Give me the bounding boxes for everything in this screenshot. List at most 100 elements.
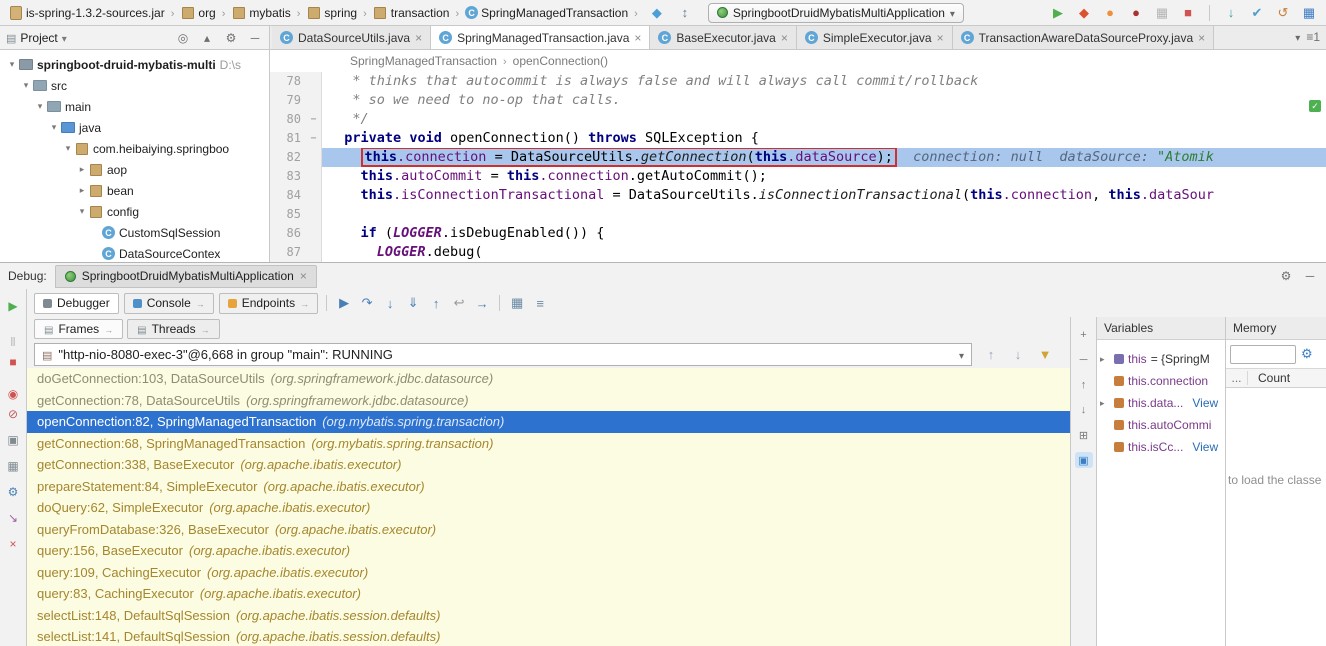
run-to-cursor-icon[interactable]: → (473, 294, 491, 312)
code-line[interactable]: 84 this.isConnectionTransactional = Data… (270, 186, 1326, 205)
mute-breakpoints-button[interactable]: ⊘ (3, 405, 23, 423)
editor-tab[interactable]: DataSourceUtils.java (272, 26, 431, 49)
chevron-down-icon[interactable] (62, 143, 74, 154)
locate-icon[interactable]: ◎ (175, 30, 191, 46)
stack-frame[interactable]: queryFromDatabase:326, BaseExecutor(org.… (27, 519, 1070, 541)
memory-count-header[interactable]: Count (1248, 371, 1290, 385)
update-project-button[interactable]: ↓ (1222, 4, 1240, 22)
close-icon[interactable] (634, 31, 641, 45)
tree-item[interactable]: DataSourceContex (0, 243, 269, 262)
evaluate-expression-icon[interactable]: ▦ (508, 294, 526, 312)
force-step-into-icon[interactable]: ⇓ (404, 294, 422, 312)
show-watches-icon[interactable]: ▣ (1075, 452, 1093, 468)
stack-frame[interactable]: doQuery:62, SimpleExecutor(org.apache.ib… (27, 497, 1070, 519)
stack-frame[interactable]: selectList:148, DefaultSqlSession(org.ap… (27, 605, 1070, 627)
run-config-selector[interactable]: SpringbootDruidMybatisMultiApplication (708, 3, 964, 23)
show-execution-point-icon[interactable]: ▶ (335, 294, 353, 312)
stack-frame[interactable]: openConnection:82, SpringManagedTransact… (27, 411, 1070, 433)
tree-item[interactable]: bean (0, 180, 269, 201)
chevron-right-icon[interactable] (1100, 398, 1110, 409)
close-button[interactable]: × (3, 535, 23, 553)
line-number[interactable]: 85 (270, 205, 306, 224)
stack-frame[interactable]: query:83, CachingExecutor(org.apache.iba… (27, 583, 1070, 605)
editor-tab[interactable]: TransactionAwareDataSourceProxy.java (953, 26, 1215, 49)
duplicate-watch-icon[interactable]: ⊞ (1075, 427, 1093, 443)
line-number[interactable]: 87 (270, 243, 306, 262)
tree-item[interactable]: java (0, 117, 269, 138)
next-frame-icon[interactable]: ↓ (1009, 346, 1027, 364)
pause-button[interactable]: Ⅱ (3, 333, 23, 351)
editor-tab-list-label[interactable]: ≡1 (1306, 30, 1320, 44)
stack-frame[interactable]: query:156, BaseExecutor(org.apache.ibati… (27, 540, 1070, 562)
code-line[interactable]: 85 (270, 205, 1326, 224)
stop-button[interactable]: ■ (1179, 4, 1197, 22)
variable-row[interactable]: this.autoCommi (1097, 414, 1225, 436)
fold-marker[interactable]: − (306, 110, 322, 129)
line-number[interactable]: 79 (270, 91, 306, 110)
chevron-down-icon[interactable] (34, 101, 46, 112)
move-watch-down-icon[interactable]: ↓ (1075, 402, 1093, 418)
close-icon[interactable] (1198, 31, 1205, 45)
compare-icon[interactable]: ↕ (676, 4, 694, 22)
code-line[interactable]: 82 this.connection = DataSourceUtils.get… (270, 148, 1326, 167)
debug-session-tab[interactable]: SpringbootDruidMybatisMultiApplication (55, 265, 317, 288)
profiler-button[interactable]: ● (1101, 4, 1119, 22)
breadcrumb-item[interactable]: spring (304, 5, 359, 21)
variable-row[interactable]: this.data...View (1097, 392, 1225, 414)
drop-frame-icon[interactable]: ↩ (450, 294, 468, 312)
step-over-icon[interactable]: ↷ (358, 294, 376, 312)
fold-marker[interactable]: − (306, 129, 322, 148)
chevron-down-icon[interactable] (48, 122, 60, 133)
variable-row[interactable]: this.connection (1097, 370, 1225, 392)
breadcrumb-item[interactable]: mybatis (229, 5, 292, 21)
memory-settings-icon[interactable] (1301, 346, 1313, 362)
line-number[interactable]: 84 (270, 186, 306, 205)
line-number[interactable]: 86 (270, 224, 306, 243)
view-link[interactable]: View (1192, 440, 1218, 454)
tree-item[interactable]: src (0, 75, 269, 96)
tree-item[interactable]: config (0, 201, 269, 222)
close-icon[interactable] (415, 31, 422, 45)
tree-item[interactable]: springboot-druid-mybatis-multi D:\s (0, 54, 269, 75)
coverage-button[interactable]: ▦ (1153, 4, 1171, 22)
add-watch-icon[interactable]: + (1075, 327, 1093, 343)
view-breakpoints-button[interactable]: ◉ (3, 385, 23, 403)
chevron-down-icon[interactable] (959, 347, 964, 362)
step-into-icon[interactable]: ↓ (381, 294, 399, 312)
breadcrumb-method[interactable]: openConnection() (513, 54, 608, 68)
close-icon[interactable] (781, 31, 788, 45)
chevron-down-icon[interactable] (6, 59, 18, 70)
prev-frame-icon[interactable]: ↑ (982, 346, 1000, 364)
stack-frame[interactable]: getConnection:68, SpringManagedTransacti… (27, 433, 1070, 455)
chevron-right-icon[interactable] (76, 164, 88, 175)
code-line[interactable]: 87 LOGGER.debug( (270, 243, 1326, 262)
code-line[interactable]: 81− private void openConnection() throws… (270, 129, 1326, 148)
line-number[interactable]: 78 (270, 72, 306, 91)
record-button[interactable]: ● (1127, 4, 1145, 22)
code-line[interactable]: 86 if (LOGGER.isDebugEnabled()) { (270, 224, 1326, 243)
view-link[interactable]: View (1192, 396, 1218, 410)
settings-gear-icon[interactable]: ⚙ (223, 30, 239, 46)
editor-tab-options[interactable]: ≡1 (1295, 30, 1320, 44)
editor-tab[interactable]: BaseExecutor.java (650, 26, 796, 49)
breadcrumb-class[interactable]: SpringManagedTransaction (350, 54, 497, 68)
restore-layout-button[interactable]: ▦ (3, 457, 23, 475)
stack-frame[interactable]: getConnection:78, DataSourceUtils(org.sp… (27, 390, 1070, 412)
variable-row[interactable]: this = {SpringM (1097, 348, 1225, 370)
line-number[interactable]: 80 (270, 110, 306, 129)
stack-frame[interactable]: selectList:141, DefaultSqlSession(org.ap… (27, 626, 1070, 646)
breadcrumb-item[interactable]: transaction (371, 5, 452, 21)
resume-button[interactable]: ▶ (3, 297, 23, 315)
hide-panel-icon[interactable]: ─ (1302, 268, 1318, 284)
step-out-icon[interactable]: ↑ (427, 294, 445, 312)
layout-settings-icon[interactable]: ≡ (531, 294, 549, 312)
tree-item[interactable]: aop (0, 159, 269, 180)
collapse-all-icon[interactable]: ▴ (199, 30, 215, 46)
stack-frame[interactable]: query:109, CachingExecutor(org.apache.ib… (27, 562, 1070, 584)
breadcrumb-item[interactable]: org (178, 5, 217, 21)
code-line[interactable]: 78 * thinks that autocommit is always fa… (270, 72, 1326, 91)
close-icon[interactable] (937, 31, 944, 45)
breadcrumb-item[interactable]: SpringManagedTransaction (463, 5, 630, 21)
line-number[interactable]: 81 (270, 129, 306, 148)
tool-tab-console[interactable]: Console (124, 293, 214, 314)
